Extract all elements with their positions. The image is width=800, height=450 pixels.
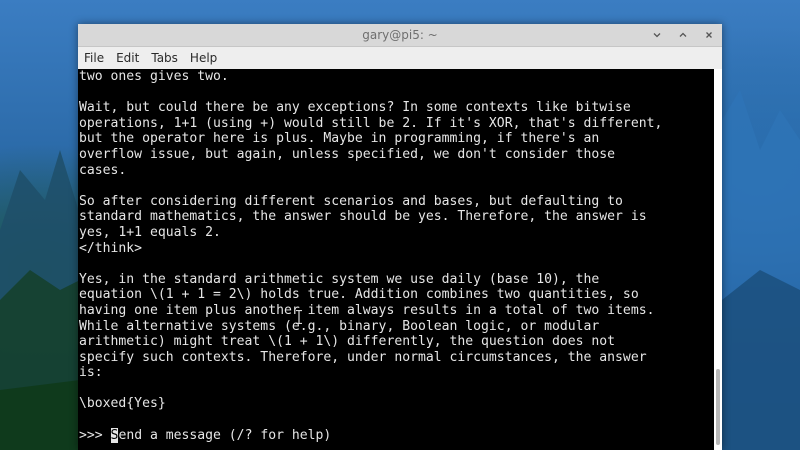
terminal-line: While alternative systems (e.g., binary,…	[79, 318, 600, 334]
terminal-line: yes, 1+1 equals 2.	[79, 224, 221, 240]
terminal-line: specify such contexts. Therefore, under …	[79, 349, 647, 365]
maximize-button[interactable]	[676, 28, 690, 42]
menu-file[interactable]: File	[84, 51, 104, 65]
window-controls	[650, 28, 716, 42]
terminal-line: standard mathematics, the answer should …	[79, 209, 647, 225]
terminal-line: arithmetic) might treat \(1 + 1\) differ…	[79, 334, 616, 350]
terminal-prompt-line[interactable]: >>> Send a message (/? for help)	[79, 427, 713, 444]
terminal-line: but the operator here is plus. Maybe in …	[79, 131, 600, 147]
terminal-line: </think>	[79, 240, 143, 256]
terminal-line: So after considering different scenarios…	[79, 193, 623, 209]
ibeam-cursor-icon	[296, 310, 302, 324]
terminal-line: cases.	[79, 162, 127, 178]
menu-tabs[interactable]: Tabs	[151, 51, 178, 65]
window-title: gary@pi5: ~	[362, 28, 438, 42]
close-icon	[706, 32, 712, 38]
chevron-up-icon	[679, 32, 687, 37]
terminal-line: Wait, but could there be any exceptions?…	[79, 100, 631, 116]
terminal-line: two ones gives two.	[79, 69, 229, 84]
terminal-area[interactable]: two ones gives two. Wait, but could ther…	[78, 69, 722, 450]
close-button[interactable]	[702, 28, 716, 42]
terminal-line: operations, 1+1 (using +) would still be…	[79, 115, 663, 131]
scrollbar-thumb[interactable]	[716, 369, 720, 445]
prompt-placeholder: end a message (/? for help)	[118, 427, 332, 443]
terminal-output[interactable]: two ones gives two. Wait, but could ther…	[79, 69, 713, 450]
menubar: File Edit Tabs Help	[78, 47, 722, 70]
minimize-button[interactable]	[650, 28, 664, 42]
prompt-symbol: >>>	[79, 427, 111, 443]
terminal-line: overflow issue, but again, unless specif…	[79, 146, 616, 162]
menu-edit[interactable]: Edit	[116, 51, 139, 65]
terminal-line: equation \(1 + 1 = 2\) holds true. Addit…	[79, 287, 639, 303]
terminal-line: is:	[79, 365, 103, 381]
terminal-line: having one item plus another item always…	[79, 302, 655, 318]
terminal-scrollbar[interactable]	[714, 69, 722, 450]
terminal-line: Yes, in the standard arithmetic system w…	[79, 271, 600, 287]
terminal-window: gary@pi5: ~ File Edit Tabs Help two ones…	[78, 24, 722, 450]
window-titlebar[interactable]: gary@pi5: ~	[78, 24, 722, 47]
terminal-line: \boxed{Yes}	[79, 396, 166, 412]
chevron-down-icon	[653, 33, 661, 38]
menu-help[interactable]: Help	[190, 51, 217, 65]
